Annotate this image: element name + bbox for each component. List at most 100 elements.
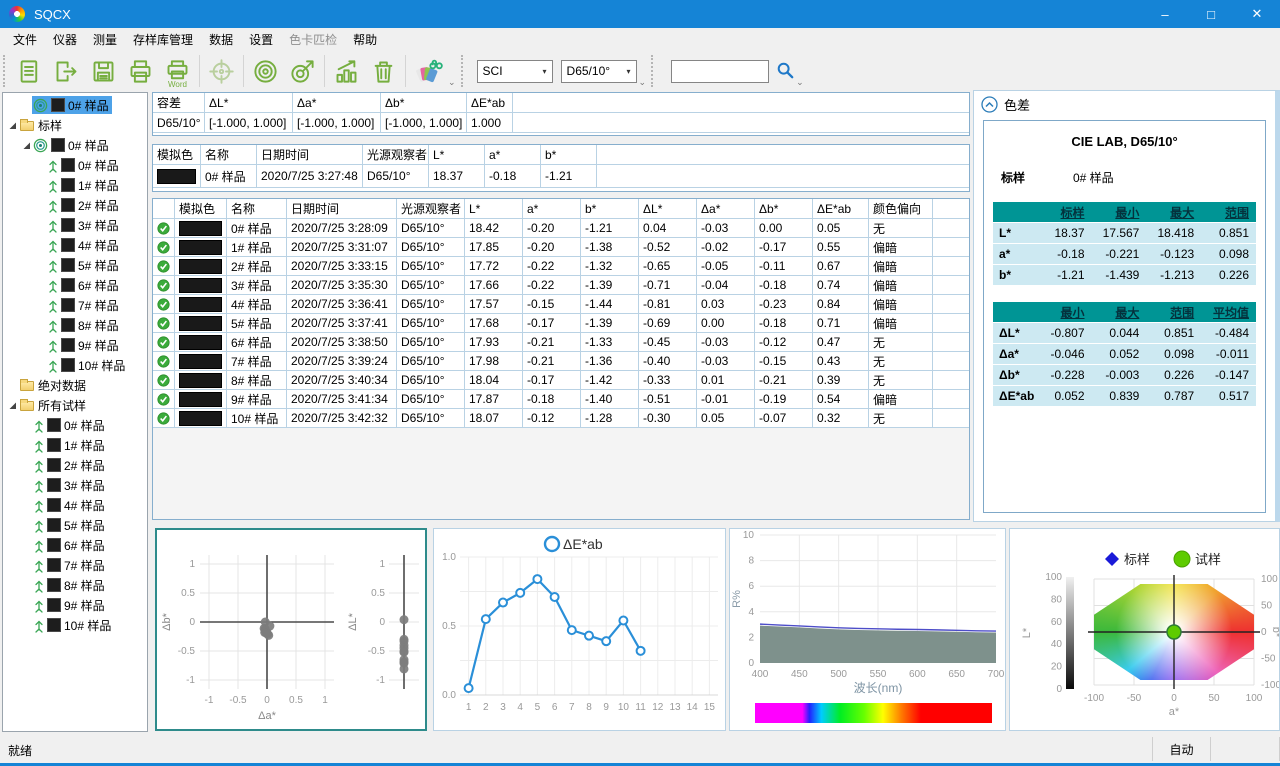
close-button[interactable]: ✕	[1234, 0, 1280, 28]
illuminant-select[interactable]: D65/10°▾	[561, 60, 637, 83]
tree-item[interactable]: 4# 样品	[3, 495, 147, 515]
color-swatch	[157, 169, 196, 184]
menu-item-6[interactable]: 设置	[241, 28, 281, 50]
toolbar-overflow-icon[interactable]: ⌄	[639, 77, 647, 88]
tree-item[interactable]: 5# 样品	[3, 515, 147, 535]
search-icon[interactable]	[776, 61, 794, 82]
table-row[interactable]: 模拟色名称日期时间光源观察者L*a*b*	[153, 145, 969, 165]
tree-item[interactable]: 所有试样	[3, 395, 147, 415]
table-row[interactable]: 2# 样品2020/7/25 3:33:15D65/10°17.72-0.22-…	[153, 257, 969, 276]
collapse-panel-button[interactable]	[981, 96, 998, 113]
sample-L: 18.07	[465, 409, 523, 427]
table-row[interactable]: 7# 样品2020/7/25 3:39:24D65/10°17.98-0.21-…	[153, 352, 969, 371]
auto-mode-button[interactable]: 自动	[1152, 737, 1210, 761]
tree-item[interactable]: 1# 样品	[3, 435, 147, 455]
maximize-button[interactable]: □	[1188, 0, 1234, 28]
sample-bias: 无	[869, 352, 933, 370]
menu-item-8[interactable]: 帮助	[345, 28, 385, 50]
tree-item[interactable]: 0# 样品	[3, 415, 147, 435]
tree-item[interactable]: 0# 样品	[3, 155, 147, 175]
table-row[interactable]: D65/10°[-1.000, 1.000][-1.000, 1.000][-1…	[153, 113, 969, 133]
tree-item[interactable]: 10# 样品	[3, 355, 147, 375]
stats-value: 0.044	[1092, 326, 1147, 340]
color-card-search-icon[interactable]	[409, 52, 446, 90]
measure-standard-icon[interactable]	[247, 52, 284, 90]
delete-icon[interactable]	[365, 52, 402, 90]
sample-b: -1.39	[581, 314, 639, 332]
table-row[interactable]: 5# 样品2020/7/25 3:37:41D65/10°17.68-0.17-…	[153, 314, 969, 333]
sample-observer: D65/10°	[397, 238, 465, 256]
minimize-button[interactable]: –	[1142, 0, 1188, 28]
mode-select[interactable]: SCI▾	[477, 60, 553, 83]
toolbar-overflow-icon[interactable]: ⌄	[448, 77, 456, 88]
tree-item[interactable]: 7# 样品	[3, 295, 147, 315]
tree-item[interactable]: 7# 样品	[3, 555, 147, 575]
print-icon[interactable]	[122, 52, 159, 90]
measure-sample-icon[interactable]	[284, 52, 321, 90]
menu-item-5[interactable]: 数据	[201, 28, 241, 50]
status-spare-cell	[1210, 737, 1280, 761]
tree-item[interactable]: 8# 样品	[3, 575, 147, 595]
svg-text:0: 0	[748, 658, 754, 669]
expander-icon[interactable]	[6, 401, 18, 410]
color-swatch	[47, 498, 61, 512]
calibrate-icon[interactable]	[203, 52, 240, 90]
tree-item[interactable]: 0# 样品	[3, 135, 147, 155]
standard-table: 模拟色名称日期时间光源观察者L*a*b*0# 样品2020/7/25 3:27:…	[152, 144, 970, 192]
tree-item[interactable]: 6# 样品	[3, 535, 147, 555]
search-input[interactable]	[671, 60, 769, 83]
tree-item[interactable]: 6# 样品	[3, 275, 147, 295]
export-icon[interactable]	[48, 52, 85, 90]
table-row[interactable]: 0# 样品2020/7/25 3:28:09D65/10°18.42-0.20-…	[153, 219, 969, 238]
table-row[interactable]: 9# 样品2020/7/25 3:41:34D65/10°17.87-0.18-…	[153, 390, 969, 409]
table-row[interactable]: 10# 样品2020/7/25 3:42:32D65/10°18.07-0.12…	[153, 409, 969, 428]
tree-item[interactable]: 0# 样品	[3, 95, 147, 115]
tree-item[interactable]: 5# 样品	[3, 255, 147, 275]
table-row[interactable]: 4# 样品2020/7/25 3:36:41D65/10°17.57-0.15-…	[153, 295, 969, 314]
column-header: 光源观察者	[397, 199, 465, 218]
tree-item[interactable]: 3# 样品	[3, 215, 147, 235]
tree-item[interactable]: 标样	[3, 115, 147, 135]
stats-value: -0.18	[1037, 247, 1092, 261]
app-logo-icon	[9, 6, 25, 22]
tree-item[interactable]: 3# 样品	[3, 475, 147, 495]
tree-item[interactable]: 绝对数据	[3, 375, 147, 395]
sample-L: 17.66	[465, 276, 523, 294]
chart-icon[interactable]	[328, 52, 365, 90]
sample-bias: 偏暗	[869, 295, 933, 313]
expander-icon[interactable]	[6, 121, 18, 130]
tree-item-label: 0# 样品	[68, 97, 109, 114]
menu-item-1[interactable]: 文件	[5, 28, 45, 50]
new-document-icon[interactable]	[11, 52, 48, 90]
sample-dL: -0.71	[639, 276, 697, 294]
table-row[interactable]: 容差ΔL*Δa*Δb*ΔE*ab	[153, 93, 969, 113]
tree-item[interactable]: 4# 样品	[3, 235, 147, 255]
chevron-down-icon: ▾	[627, 67, 631, 76]
tree-item[interactable]: 8# 样品	[3, 315, 147, 335]
menu-item-2[interactable]: 仪器	[45, 28, 85, 50]
table-row[interactable]: 6# 样品2020/7/25 3:38:50D65/10°17.93-0.21-…	[153, 333, 969, 352]
table-row[interactable]: 0# 样品2020/7/25 3:27:48D65/10°18.37-0.18-…	[153, 165, 969, 188]
color-swatch	[61, 238, 75, 252]
tree-item[interactable]: 9# 样品	[3, 595, 147, 615]
save-icon[interactable]	[85, 52, 122, 90]
tree-item[interactable]: 10# 样品	[3, 615, 147, 635]
tree-item[interactable]: 2# 样品	[3, 195, 147, 215]
stats-value: 17.567	[1092, 226, 1147, 240]
tree-item-label: 10# 样品	[64, 617, 111, 634]
expander-icon[interactable]	[20, 141, 32, 150]
table-row[interactable]: 3# 样品2020/7/25 3:35:30D65/10°17.66-0.22-…	[153, 276, 969, 295]
table-row[interactable]: 1# 样品2020/7/25 3:31:07D65/10°17.85-0.20-…	[153, 238, 969, 257]
print-word-icon[interactable]: Word	[159, 52, 196, 90]
table-row[interactable]: 模拟色名称日期时间光源观察者L*a*b*ΔL*Δa*Δb*ΔE*ab颜色偏向	[153, 199, 969, 219]
tree-item[interactable]: 2# 样品	[3, 455, 147, 475]
menu-item-7[interactable]: 色卡匹检	[281, 28, 345, 50]
menu-item-4[interactable]: 存样库管理	[125, 28, 201, 50]
toolbar-overflow-icon[interactable]: ⌄	[796, 77, 804, 88]
sample-swatch-cell	[175, 276, 227, 294]
table-row[interactable]: 8# 样品2020/7/25 3:40:34D65/10°18.04-0.17-…	[153, 371, 969, 390]
menu-item-3[interactable]: 测量	[85, 28, 125, 50]
sample-L: 17.93	[465, 333, 523, 351]
tree-item[interactable]: 9# 样品	[3, 335, 147, 355]
tree-item[interactable]: 1# 样品	[3, 175, 147, 195]
